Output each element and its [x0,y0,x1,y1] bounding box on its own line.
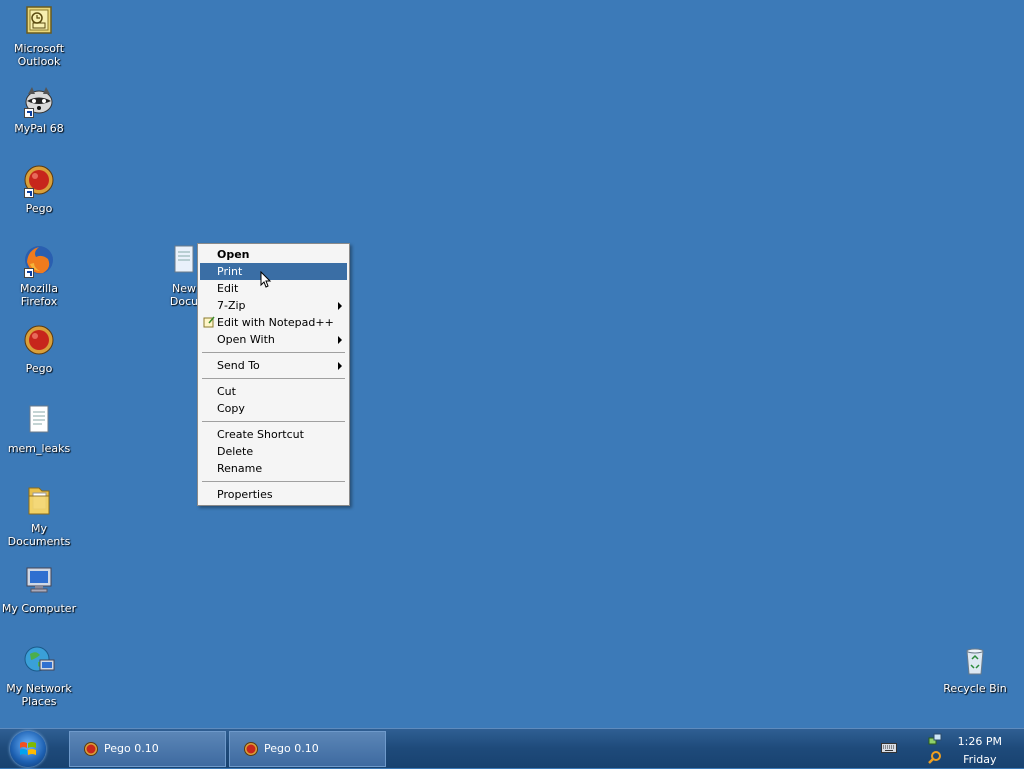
network-globe-icon [22,644,56,678]
menu-item-create-shortcut[interactable]: Create Shortcut [200,426,347,443]
desktop-icon-mem-leaks[interactable]: mem_leaks [0,404,78,455]
clock[interactable]: 1:26 PM Friday [958,733,1002,769]
desktop-icon-my-documents[interactable]: My Documents [0,484,78,548]
menu-item-label: Copy [217,402,245,415]
taskbar-button-label: Pego 0.10 [104,742,159,755]
shortcut-arrow-icon [24,188,34,198]
notepadpp-icon [203,316,215,328]
menu-item-edit-notepadpp[interactable]: Edit with Notepad++ [200,314,347,331]
menu-item-open[interactable]: Open [200,246,347,263]
desktop-icon-label: Microsoft Outlook [13,42,65,68]
mouse-cursor-icon [260,271,272,288]
menu-item-label: Create Shortcut [217,428,304,441]
menu-item-label: Open [217,248,250,261]
desktop-icon-mypal[interactable]: MyPal 68 [0,84,78,135]
menu-item-label: Delete [217,445,254,458]
mypal-raccoon-icon [22,84,56,118]
menu-item-label: Edit with Notepad++ [217,316,334,329]
menu-item-7zip[interactable]: 7-Zip [200,297,347,314]
desktop-icon-pego[interactable]: Pego [0,164,78,215]
desktop-icon-label: mem_leaks [7,442,71,455]
text-document-icon [22,404,56,438]
desktop-icon-firefox[interactable]: Mozilla Firefox [0,244,78,308]
taskbar-button-pego[interactable]: Pego 0.10 [229,731,386,767]
menu-item-label: Rename [217,462,263,475]
menu-item-properties[interactable]: Properties [200,486,347,503]
desktop-icon-label: My Network Places [6,682,72,708]
start-button[interactable] [10,731,46,767]
menu-item-print[interactable]: Print [200,263,347,280]
clock-day: Friday [963,753,997,766]
menu-separator [202,421,345,422]
system-tray: 1:26 PM Friday [874,729,1024,769]
computer-icon [22,564,56,598]
pego-icon [22,324,56,358]
windows-logo-icon [20,742,36,755]
submenu-arrow-icon [338,302,342,310]
menu-item-copy[interactable]: Copy [200,400,347,417]
search-icon[interactable] [928,750,942,764]
menu-item-rename[interactable]: Rename [200,460,347,477]
menu-item-label: 7-Zip [217,299,246,312]
firefox-icon [22,244,56,278]
network-status-icon[interactable] [928,732,942,746]
menu-separator [202,481,345,482]
folder-icon [22,484,56,518]
menu-item-label: Properties [217,488,273,501]
desktop-icon-label: Mozilla Firefox [20,282,58,308]
taskbar-button-label: Pego 0.10 [264,742,319,755]
menu-item-label: Print [217,265,243,278]
context-menu: Open Print Edit 7-Zip Edit with Notepad+… [197,243,350,506]
menu-item-label: Send To [217,359,260,372]
menu-separator [202,378,345,379]
desktop-icon-label: Recycle Bin [943,682,1007,695]
recycle-bin-icon [958,644,992,678]
keyboard-icon[interactable] [881,743,897,753]
desktop-icon-pego[interactable]: Pego [0,324,78,375]
menu-item-open-with[interactable]: Open With [200,331,347,348]
pego-icon [244,742,258,756]
taskbar-button-pego[interactable]: Pego 0.10 [69,731,226,767]
desktop-icon-label: My Computer [1,602,77,615]
menu-item-edit[interactable]: Edit [200,280,347,297]
taskbar: Pego 0.10 Pego 0.10 1:26 PM Friday [0,728,1024,768]
desktop-icon-my-computer[interactable]: My Computer [0,564,78,615]
desktop-icon-label: Pego [25,202,53,215]
desktop: Microsoft Outlook MyPal 68 Pego Mozilla … [0,0,1024,728]
desktop-icon-label: My Documents [7,522,71,548]
submenu-arrow-icon [338,362,342,370]
desktop-icon-label: Pego [25,362,53,375]
shortcut-arrow-icon [24,268,34,278]
pego-icon [84,742,98,756]
shortcut-arrow-icon [24,108,34,118]
menu-separator [202,352,345,353]
outlook-icon [22,4,56,38]
pego-icon [22,164,56,198]
text-document-icon [167,244,201,278]
desktop-icon-label: MyPal 68 [14,122,64,135]
submenu-arrow-icon [338,336,342,344]
menu-item-label: Edit [217,282,239,295]
desktop-icon-recycle-bin[interactable]: Recycle Bin [936,644,1014,695]
menu-item-cut[interactable]: Cut [200,383,347,400]
clock-time: 1:26 PM [957,735,1002,748]
desktop-icon-network-places[interactable]: My Network Places [0,644,78,708]
menu-item-label: Cut [217,385,236,398]
menu-item-send-to[interactable]: Send To [200,357,347,374]
menu-item-delete[interactable]: Delete [200,443,347,460]
desktop-icon-outlook[interactable]: Microsoft Outlook [0,4,78,68]
menu-item-label: Open With [217,333,275,346]
